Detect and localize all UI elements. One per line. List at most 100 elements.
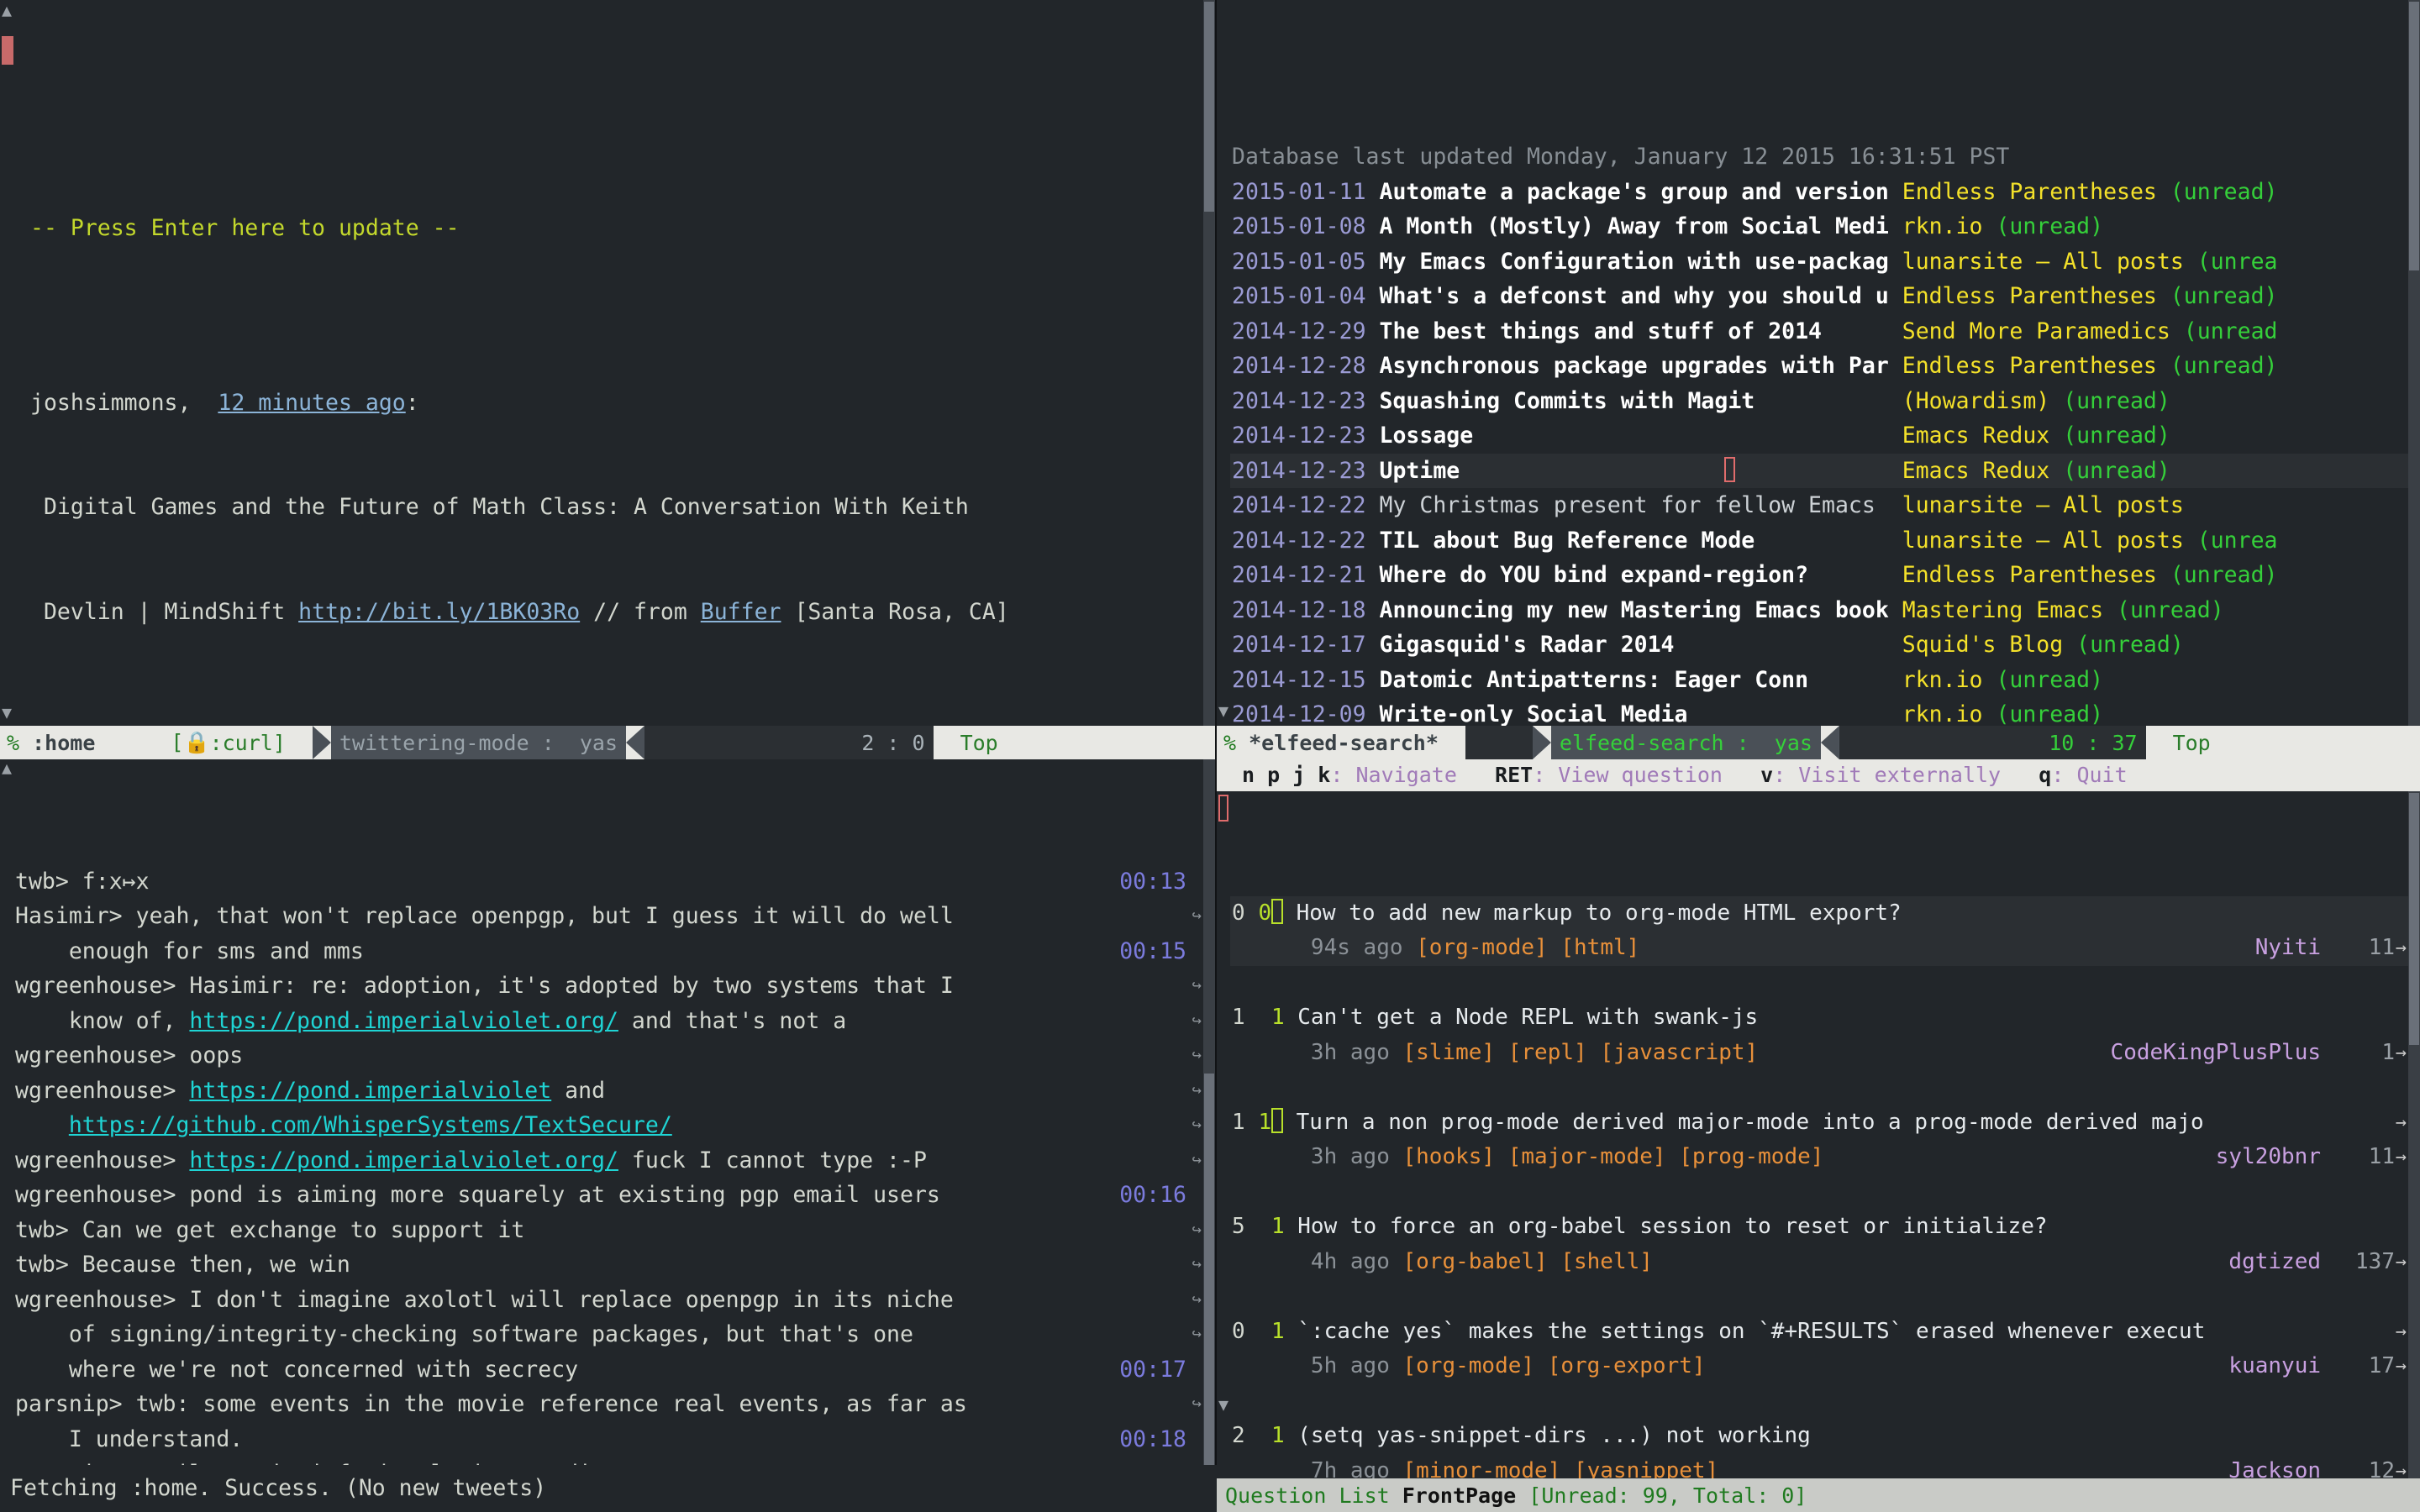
sx-question-title[interactable]: How to add new markup to org-mode HTML e… bbox=[1297, 900, 1902, 926]
sx-question-tag[interactable]: [major-mode] bbox=[1508, 1144, 1666, 1169]
sx-question-tag[interactable]: [org-mode] bbox=[1403, 1353, 1535, 1378]
irc-link[interactable]: https://pond.imperialviolet bbox=[189, 1078, 551, 1104]
elfeed-entry[interactable]: 2014-12-23 Lossage Emacs Redux (unread) bbox=[1217, 418, 2420, 454]
elfeed-entry-title[interactable]: Asynchronous package upgrades with Par bbox=[1380, 353, 1902, 379]
elfeed-entry-title[interactable]: Automate a package's group and version bbox=[1380, 179, 1902, 205]
sx-question[interactable]: 1 1 Turn a non prog-mode derived major-m… bbox=[1217, 1105, 2420, 1175]
sx-question-tag[interactable]: [slime] bbox=[1403, 1040, 1496, 1065]
sx-question-tag[interactable]: [shell] bbox=[1560, 1249, 1653, 1274]
elfeed-entry[interactable]: 2014-12-09 Write-only Social Media rkn.i… bbox=[1217, 697, 2420, 726]
elfeed-entry[interactable]: 2014-12-18 Announcing my new Mastering E… bbox=[1217, 593, 2420, 628]
irc-nick[interactable]: wgreenhouse> bbox=[15, 1078, 176, 1104]
elfeed-entry[interactable]: 2014-12-29 The best things and stuff of … bbox=[1217, 314, 2420, 349]
tweet-author-line[interactable]: joshsimmons, 12 minutes ago: bbox=[15, 386, 1215, 421]
elfeed-entry[interactable]: 2014-12-17 Gigasquid's Radar 2014 Squid'… bbox=[1217, 627, 2420, 663]
sx-question[interactable]: 1 1 Can't get a Node REPL with swank-js … bbox=[1217, 1000, 2420, 1070]
sx-question-tag[interactable]: [repl] bbox=[1508, 1040, 1587, 1065]
irc-nick[interactable]: wgreenhouse> bbox=[15, 1147, 176, 1173]
sx-question-headline[interactable]: 2 1 (setq yas-snippet-dirs ...) not work… bbox=[1232, 1419, 2420, 1454]
tweet-source[interactable]: Buffer bbox=[701, 599, 781, 625]
elfeed-buffer[interactable]: ▼ Database last updated Monday, January … bbox=[1217, 0, 2420, 726]
sx-question-tag[interactable]: [yasnippet] bbox=[1574, 1458, 1718, 1479]
twitter-buffer[interactable]: ▲ ▼ -- Press Enter here to update -- jos… bbox=[0, 0, 1215, 726]
irc-message: twb> Can we get exchange to support it ↪ bbox=[0, 1213, 1215, 1248]
elfeed-entry[interactable]: 2014-12-21 Where do YOU bind expand-regi… bbox=[1217, 558, 2420, 593]
irc-nick[interactable]: twb> bbox=[15, 1252, 69, 1278]
elfeed-entry-title[interactable]: Squashing Commits with Magit bbox=[1380, 388, 1902, 414]
irc-nick[interactable]: wgreenhouse> bbox=[15, 973, 176, 999]
elfeed-entry-title[interactable]: Gigasquid's Radar 2014 bbox=[1380, 632, 1902, 658]
irc-nick[interactable]: wgreenhouse> bbox=[15, 1287, 176, 1313]
elfeed-entry[interactable]: 2015-01-05 My Emacs Configuration with u… bbox=[1217, 244, 2420, 280]
elfeed-scrollbar[interactable] bbox=[2408, 0, 2420, 726]
sx-question[interactable]: 0 1 `:cache yes` makes the settings on `… bbox=[1217, 1315, 2420, 1384]
elfeed-entry[interactable]: 2014-12-22 My Christmas present for fell… bbox=[1217, 488, 2420, 523]
elfeed-entry-title[interactable]: Write-only Social Media bbox=[1380, 701, 1902, 726]
irc-nick[interactable]: Hasimir> bbox=[15, 903, 123, 929]
irc-link[interactable]: https://github.com/WhisperSystems/TextSe… bbox=[69, 1112, 672, 1138]
twitter-scrollbar[interactable] bbox=[1203, 0, 1215, 726]
sx-question-tag[interactable]: [javascript] bbox=[1600, 1040, 1758, 1065]
elfeed-entry-title[interactable]: TIL about Bug Reference Mode bbox=[1380, 528, 1902, 554]
irc-nick[interactable]: wgreenhouse> bbox=[15, 1042, 176, 1068]
irc-scrollbar[interactable] bbox=[1203, 759, 1215, 1478]
twitter-update-header[interactable]: -- Press Enter here to update -- bbox=[15, 211, 1215, 246]
sx-question[interactable]: 0 0 How to add new markup to org-mode HT… bbox=[1217, 895, 2420, 966]
elfeed-entry[interactable]: 2015-01-08 A Month (Mostly) Away from So… bbox=[1217, 209, 2420, 244]
sx-question-headline[interactable]: 1 1 Turn a non prog-mode derived major-m… bbox=[1232, 1105, 2420, 1141]
sx-question-tag[interactable]: [org-mode] bbox=[1416, 935, 1548, 960]
elfeed-entry-date: 2014-12-23 bbox=[1232, 457, 1366, 484]
elfeed-entry[interactable]: 2015-01-04 What's a defconst and why you… bbox=[1217, 279, 2420, 314]
irc-text: https://github.com/WhisperSystems/TextSe… bbox=[69, 1112, 672, 1138]
irc-nick[interactable]: wgreenhouse> bbox=[15, 1182, 176, 1208]
sx-question-title[interactable]: `:cache yes` makes the settings on `#+RE… bbox=[1297, 1319, 2205, 1344]
elfeed-entry-date: 2014-12-21 bbox=[1232, 562, 1366, 588]
elfeed-entry[interactable]: 2014-12-15 Datomic Antipatterns: Eager C… bbox=[1217, 663, 2420, 698]
irc-nick[interactable]: twb> bbox=[15, 869, 69, 895]
sx-question-headline[interactable]: 5 1 How to force an org-babel session to… bbox=[1232, 1210, 2420, 1245]
elfeed-entry[interactable]: 2014-12-23 Uptime Emacs Redux (unread) bbox=[1217, 453, 2420, 488]
sx-question-title[interactable]: Can't get a Node REPL with swank-js bbox=[1297, 1005, 1758, 1030]
sx-question-age: 3h ago bbox=[1310, 1144, 1390, 1169]
elfeed-entry[interactable]: 2014-12-28 Asynchronous package upgrades… bbox=[1217, 349, 2420, 384]
sx-question-headline[interactable]: 1 1 Can't get a Node REPL with swank-js bbox=[1232, 1000, 2420, 1036]
sx-question-title[interactable]: Turn a non prog-mode derived major-mode … bbox=[1297, 1110, 2204, 1135]
elfeed-entry[interactable]: 2014-12-23 Squashing Commits with Magit … bbox=[1217, 384, 2420, 419]
elfeed-entry-title[interactable]: What's a defconst and why you should u bbox=[1380, 283, 1902, 309]
irc-link[interactable]: https://pond.imperialviolet.org/ bbox=[189, 1008, 618, 1034]
sx-question-headline[interactable]: 0 1 `:cache yes` makes the settings on `… bbox=[1232, 1315, 2420, 1350]
sx-question-tag[interactable]: [prog-mode] bbox=[1679, 1144, 1823, 1169]
elfeed-entry-title[interactable]: Announcing my new Mastering Emacs book bbox=[1380, 597, 1902, 623]
elfeed-entry-title[interactable]: Lossage bbox=[1380, 423, 1902, 449]
sx-buffer[interactable]: ▼ 0 0 How to add new markup to org-mode … bbox=[1217, 791, 2420, 1478]
truncation-arrow-icon: → bbox=[2395, 1042, 2407, 1063]
elfeed-entry-title[interactable]: Datomic Antipatterns: Eager Conn bbox=[1380, 667, 1902, 693]
elfeed-entry[interactable]: 2015-01-11 Automate a package's group an… bbox=[1217, 175, 2420, 210]
sx-question-tag[interactable]: [org-babel] bbox=[1403, 1249, 1548, 1274]
sx-question-title[interactable]: How to force an org-babel session to res… bbox=[1297, 1214, 2047, 1239]
elfeed-entry-tag: (unread) bbox=[2156, 353, 2278, 379]
elfeed-entry[interactable]: 2014-12-22 TIL about Bug Reference Mode … bbox=[1217, 523, 2420, 559]
irc-text: f:x↦x bbox=[82, 868, 150, 895]
elfeed-entry-title[interactable]: The best things and stuff of 2014 bbox=[1380, 318, 1902, 344]
sx-question-title[interactable]: (setq yas-snippet-dirs ...) not working bbox=[1297, 1423, 1810, 1448]
irc-link[interactable]: https://pond.imperialviolet.org/ bbox=[189, 1147, 618, 1173]
sx-question-tag[interactable]: [html] bbox=[1560, 935, 1639, 960]
sx-question-tag[interactable]: [minor-mode] bbox=[1403, 1458, 1561, 1479]
elfeed-entry-title[interactable]: My Emacs Configuration with use-packag bbox=[1380, 249, 1902, 275]
sx-scrollbar[interactable] bbox=[2408, 791, 2420, 1478]
sx-question-headline[interactable]: 0 0 How to add new markup to org-mode HT… bbox=[1232, 896, 2420, 932]
irc-buffer[interactable]: ▲ twb> f:x↦x 00:13 Hasimir> yeah, that won… bbox=[0, 759, 1215, 1478]
irc-nick[interactable]: twb> bbox=[15, 1217, 69, 1243]
irc-nick[interactable]: parsnip> bbox=[15, 1391, 123, 1417]
sx-question-tag[interactable]: [hooks] bbox=[1403, 1144, 1496, 1169]
elfeed-entry-title[interactable]: A Month (Mostly) Away from Social Medi bbox=[1380, 213, 1902, 239]
sx-question[interactable]: 5 1 How to force an org-babel session to… bbox=[1217, 1210, 2420, 1279]
elfeed-entry-title[interactable]: Uptime bbox=[1380, 458, 1902, 484]
sx-question[interactable]: 2 1 (setq yas-snippet-dirs ...) not work… bbox=[1217, 1419, 2420, 1478]
sx-question-tag[interactable]: [org-export] bbox=[1548, 1353, 1706, 1378]
elfeed-entry-title[interactable]: My Christmas present for fellow Emacs bbox=[1380, 492, 1902, 518]
elfeed-entry-title[interactable]: Where do YOU bind expand-region? bbox=[1380, 562, 1902, 588]
tweet-link[interactable]: http://bit.ly/1BK03Ro bbox=[298, 599, 580, 625]
elfeed-entry-feed: (Howardism) bbox=[1902, 387, 2050, 414]
